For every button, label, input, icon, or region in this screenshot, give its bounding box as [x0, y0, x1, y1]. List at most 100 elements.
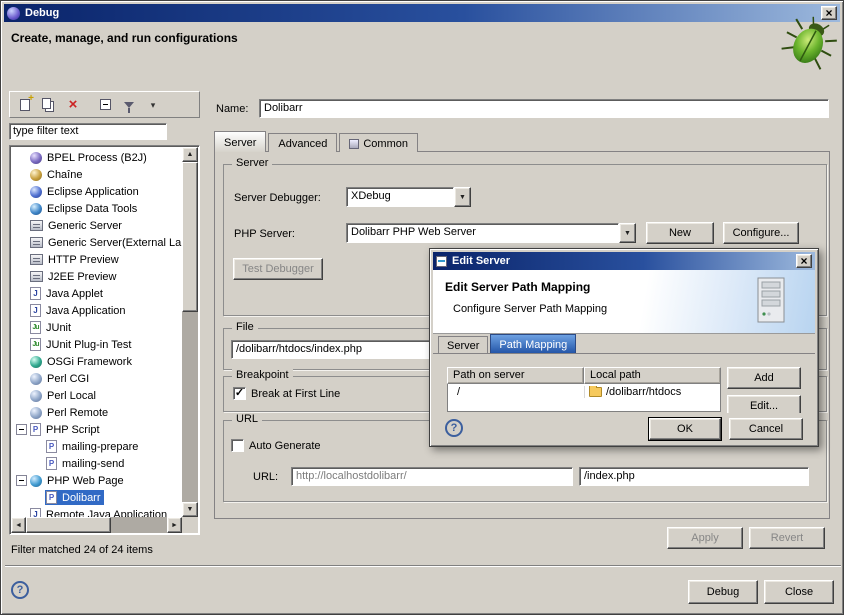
delete-configuration-button[interactable] — [63, 95, 83, 115]
tab-advanced[interactable]: Advanced — [268, 133, 337, 152]
url-path-input[interactable]: /index.php — [579, 467, 809, 486]
tab-server[interactable]: Server — [214, 131, 266, 152]
new-server-button[interactable]: New — [646, 222, 714, 244]
generic-server-icon — [30, 220, 43, 231]
debug-button[interactable]: Debug — [688, 580, 758, 604]
server-group-legend: Server — [232, 157, 272, 169]
scroll-down-button[interactable] — [182, 502, 198, 517]
vertical-scrollbar-thumb[interactable] — [182, 162, 198, 312]
close-button[interactable]: Close — [764, 580, 834, 604]
url-base-input[interactable]: http://localhostdolibarr/ — [291, 467, 573, 486]
dialog-help-button[interactable] — [445, 419, 463, 437]
chaine-icon — [30, 169, 42, 181]
tree-item[interactable]: BPEL Process (B2J) — [11, 149, 182, 166]
name-label: Name: — [216, 103, 248, 115]
http-preview-icon — [30, 254, 43, 265]
name-input[interactable]: Dolibarr — [259, 99, 829, 118]
collapse-all-button[interactable] — [95, 95, 115, 115]
mapping-table-row[interactable]: //dolibarr/htdocs — [448, 384, 720, 400]
tree-item-core: Java Applet — [29, 286, 106, 301]
column-path-on-server[interactable]: Path on server — [447, 367, 584, 384]
eclipse-application-icon — [30, 186, 42, 198]
tree-item[interactable]: mailing-send — [11, 455, 182, 472]
tree-item[interactable]: JUnit — [11, 319, 182, 336]
tree-item[interactable]: HTTP Preview — [11, 251, 182, 268]
dialog-tab-server[interactable]: Server — [438, 336, 488, 353]
cancel-button[interactable]: Cancel — [729, 418, 803, 440]
url-group-legend: URL — [232, 413, 262, 425]
dialog-tab-path-mapping[interactable]: Path Mapping — [490, 334, 576, 353]
expander-spacer — [15, 287, 28, 300]
filter-configurations-button[interactable] — [119, 95, 139, 115]
column-local-path[interactable]: Local path — [584, 367, 721, 384]
tree-item[interactable]: Eclipse Application — [11, 183, 182, 200]
scroll-left-button[interactable] — [11, 517, 26, 533]
remote-java-icon — [30, 508, 41, 517]
type-filter-input[interactable]: type filter text — [9, 123, 167, 140]
expander-spacer — [15, 372, 28, 385]
tree-item[interactable]: Eclipse Data Tools — [11, 200, 182, 217]
tree-item[interactable]: Dolibarr — [11, 489, 182, 506]
tree-item-label: Perl CGI — [47, 373, 89, 385]
tree-item-core: Java Application — [29, 303, 129, 318]
new-configuration-button[interactable] — [15, 95, 35, 115]
tree-vertical-scrollbar[interactable] — [182, 147, 198, 517]
tree-item-core: mailing-send — [45, 456, 127, 471]
tree-item[interactable]: Java Application — [11, 302, 182, 319]
php-server-value[interactable]: Dolibarr PHP Web Server — [346, 223, 619, 243]
tree-item-label: JUnit — [46, 322, 71, 334]
tree-item[interactable]: Java Applet — [11, 285, 182, 302]
tree-item[interactable]: Generic Server(External La — [11, 234, 182, 251]
horizontal-scrollbar-thumb[interactable] — [26, 517, 111, 533]
tree-horizontal-scrollbar[interactable] — [11, 517, 182, 533]
filter-menu-button[interactable] — [143, 95, 163, 115]
expander-spacer — [15, 355, 28, 368]
tree-item[interactable]: Remote Java Application — [11, 506, 182, 517]
chevron-down-icon[interactable] — [619, 223, 636, 243]
bpel-process-icon — [30, 152, 42, 164]
tree-item[interactable]: PHP Web Page — [11, 472, 182, 489]
tree-item[interactable]: Perl Local — [11, 387, 182, 404]
php-web-page-icon — [30, 475, 42, 487]
scroll-right-button[interactable] — [167, 517, 182, 533]
duplicate-configuration-button[interactable] — [39, 95, 59, 115]
expander-spacer — [15, 406, 28, 419]
tree-item[interactable]: OSGi Framework — [11, 353, 182, 370]
window-titlebar[interactable]: Debug — [4, 4, 840, 22]
server-debugger-value[interactable]: XDebug — [346, 187, 454, 207]
ok-button[interactable]: OK — [649, 418, 721, 440]
scroll-up-button[interactable] — [182, 147, 198, 162]
tree-item[interactable]: Perl CGI — [11, 370, 182, 387]
dialog-close-button[interactable] — [796, 254, 812, 268]
tree-item[interactable]: mailing-prepare — [11, 438, 182, 455]
expander-spacer — [15, 236, 28, 249]
breakpoint-group-legend: Breakpoint — [232, 369, 293, 381]
auto-generate-checkbox[interactable]: Auto Generate — [231, 439, 321, 452]
test-debugger-button[interactable]: Test Debugger — [233, 258, 323, 280]
tree-item[interactable]: JUnit Plug-in Test — [11, 336, 182, 353]
php-server-combo[interactable]: Dolibarr PHP Web Server — [346, 223, 636, 243]
tree-item[interactable]: Perl Remote — [11, 404, 182, 421]
dialog-titlebar[interactable]: Edit Server — [433, 252, 815, 270]
break-first-line-checkbox[interactable]: Break at First Line — [233, 387, 340, 400]
tree-item[interactable]: Generic Server — [11, 217, 182, 234]
edit-mapping-button[interactable]: Edit... — [727, 395, 801, 413]
configure-button[interactable]: Configure... — [723, 222, 799, 244]
php-launch-icon — [46, 440, 57, 453]
tree-item[interactable]: J2EE Preview — [11, 268, 182, 285]
tree-item[interactable]: Chaîne — [11, 166, 182, 183]
revert-button[interactable]: Revert — [749, 527, 825, 549]
tab-common[interactable]: Common — [339, 133, 418, 152]
server-debugger-combo[interactable]: XDebug — [346, 187, 471, 207]
add-mapping-button[interactable]: Add — [727, 367, 801, 389]
tree-item[interactable]: PHP Script — [11, 421, 182, 438]
path-mapping-panel: Path on server Local path //dolibarr/htd… — [433, 353, 815, 413]
help-button[interactable] — [11, 581, 29, 599]
server-illustration-icon — [753, 276, 789, 329]
collapse-toggle-icon[interactable] — [15, 474, 28, 487]
expander-spacer — [15, 202, 28, 215]
apply-button[interactable]: Apply — [667, 527, 743, 549]
chevron-down-icon[interactable] — [454, 187, 471, 207]
tree-item-core: HTTP Preview — [29, 253, 122, 267]
collapse-toggle-icon[interactable] — [15, 423, 28, 436]
